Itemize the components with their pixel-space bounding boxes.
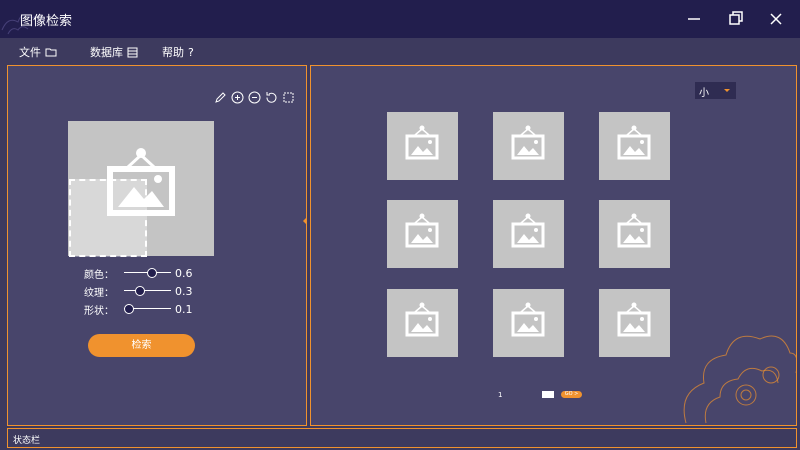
texture-slider-knob[interactable]	[135, 286, 146, 296]
window-title: 图像检索	[20, 14, 73, 29]
folder-icon	[45, 48, 57, 57]
restore-button[interactable]	[725, 8, 747, 30]
zoom-out-icon[interactable]	[247, 90, 262, 105]
search-button[interactable]: 检索	[88, 334, 195, 357]
go-button[interactable]: GO >	[561, 391, 582, 398]
color-label: 颜色：	[84, 269, 114, 281]
color-slider-knob[interactable]	[147, 268, 158, 278]
result-thumbnail[interactable]	[599, 112, 670, 180]
query-panel: 颜色： 0.6 纹理： 0.3 形状： 0.1 检索	[7, 65, 307, 426]
menu-bar: 文件 数据库 帮助 ?	[0, 38, 800, 64]
image-placeholder-icon	[617, 302, 651, 337]
shape-value: 0.1	[175, 302, 193, 316]
texture-value: 0.3	[175, 284, 193, 298]
menu-file[interactable]: 文件	[19, 44, 57, 60]
image-placeholder-icon	[405, 302, 439, 337]
color-slider-row: 颜色： 0.6	[84, 266, 193, 281]
shape-slider-knob[interactable]	[123, 304, 134, 314]
result-thumbnail[interactable]	[493, 112, 564, 180]
thumbnail-size-dropdown[interactable]: 小	[695, 82, 736, 99]
result-thumbnail[interactable]	[599, 289, 670, 357]
menu-help-label: 帮助	[162, 46, 184, 59]
image-placeholder-icon	[511, 125, 545, 160]
results-panel: 小 1 GO >	[310, 65, 797, 426]
texture-label: 纹理：	[84, 287, 114, 299]
result-thumbnail[interactable]	[387, 289, 458, 357]
result-thumbnail[interactable]	[599, 200, 670, 268]
texture-slider-row: 纹理： 0.3	[84, 284, 193, 299]
close-button[interactable]	[765, 8, 787, 30]
rotate-icon[interactable]	[264, 90, 279, 105]
database-icon	[127, 47, 138, 57]
image-placeholder-icon	[405, 125, 439, 160]
crop-selection-box[interactable]	[69, 179, 147, 257]
cloud-ornament-icon	[683, 335, 796, 424]
result-thumbnail[interactable]	[493, 200, 564, 268]
menu-file-label: 文件	[19, 46, 41, 59]
image-placeholder-icon	[617, 213, 651, 248]
page-jump-input[interactable]	[542, 391, 554, 398]
chevron-down-icon	[724, 89, 730, 92]
menu-database[interactable]: 数据库	[90, 44, 138, 60]
shape-slider-row: 形状： 0.1	[84, 302, 193, 317]
status-bar: 状态栏	[7, 428, 797, 448]
color-value: 0.6	[175, 266, 193, 280]
color-slider[interactable]	[124, 266, 171, 280]
title-bar: 图像检索	[0, 0, 800, 38]
thumbnail-size-value: 小	[699, 88, 709, 99]
crop-icon[interactable]	[281, 90, 296, 105]
status-text: 状态栏	[13, 436, 41, 446]
help-icon: ?	[188, 45, 194, 59]
result-thumbnail[interactable]	[387, 200, 458, 268]
result-thumbnail[interactable]	[493, 289, 564, 357]
image-placeholder-icon	[511, 302, 545, 337]
pencil-icon[interactable]	[213, 90, 228, 105]
image-placeholder-icon	[511, 213, 545, 248]
image-placeholder-icon	[617, 125, 651, 160]
minimize-button[interactable]	[683, 8, 705, 30]
shape-slider[interactable]	[123, 302, 171, 316]
texture-slider[interactable]	[124, 284, 171, 298]
image-toolbar	[213, 90, 296, 105]
image-placeholder-icon	[405, 213, 439, 248]
result-thumbnail[interactable]	[387, 112, 458, 180]
menu-help[interactable]: 帮助 ?	[162, 44, 194, 60]
shape-label: 形状：	[84, 305, 114, 317]
menu-database-label: 数据库	[90, 46, 123, 59]
page-number[interactable]: 1	[498, 391, 502, 399]
zoom-in-icon[interactable]	[230, 90, 245, 105]
